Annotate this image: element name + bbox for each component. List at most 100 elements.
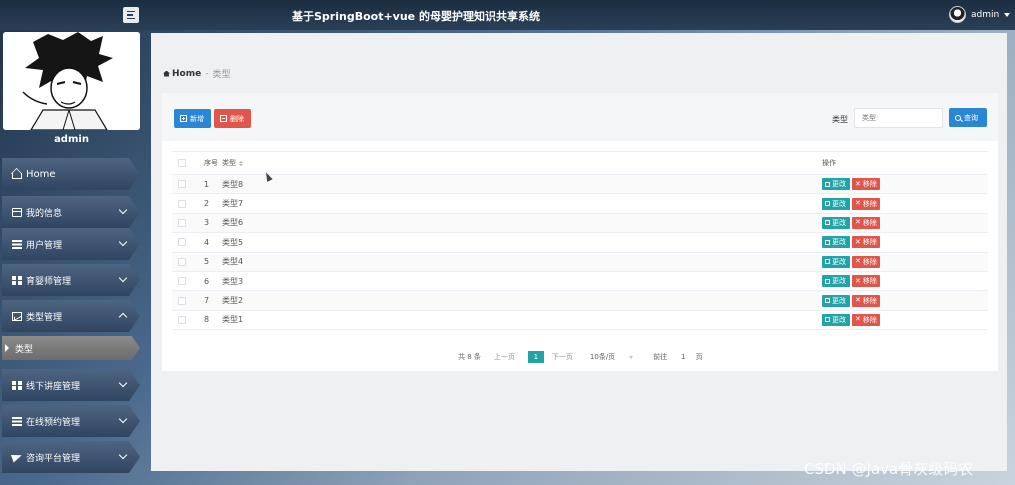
add-button-label: 新增: [190, 114, 204, 123]
remove-button[interactable]: ✕ 移除: [852, 236, 880, 249]
profile-name: admin: [54, 134, 89, 145]
row-checkbox[interactable]: [178, 315, 186, 324]
sidebar-item-appointment-management[interactable]: 在线预约管理: [2, 405, 140, 437]
remove-button-label: 移除: [862, 257, 877, 266]
chevron-down-icon: [118, 414, 128, 424]
sidebar-item-label: 我的信息: [26, 208, 63, 219]
row-type: 类型8: [222, 179, 244, 189]
sidebar-item-label: 在线预约管理: [26, 417, 81, 428]
breadcrumb-home-label: Home: [172, 68, 202, 79]
sidebar-item-label: 类型管理: [26, 312, 63, 323]
next-page-button[interactable]: 下一页: [552, 352, 573, 362]
grid-icon: [12, 275, 22, 285]
table-row: 5 类型4 更改 ✕ 移除: [172, 252, 988, 272]
sidebar-item-consult-management[interactable]: 咨询平台管理: [2, 441, 140, 473]
remove-button-label: 移除: [862, 315, 877, 324]
id-card-icon: [12, 207, 22, 217]
remove-button[interactable]: ✕ 移除: [852, 313, 880, 326]
remove-button-label: 移除: [862, 277, 877, 286]
edit-button[interactable]: 更改: [822, 313, 850, 326]
row-type: 类型7: [222, 199, 244, 209]
row-no: 6: [204, 276, 210, 286]
search-button[interactable]: 查询: [949, 108, 987, 127]
row-no: 1: [204, 179, 210, 189]
chevron-up-icon: [118, 312, 128, 322]
remove-button[interactable]: ✕ 移除: [852, 275, 880, 288]
prev-page-button[interactable]: 上一页: [494, 352, 515, 362]
row-checkbox[interactable]: [178, 257, 186, 266]
row-no: 7: [204, 296, 210, 306]
breadcrumb: Home - 类型: [163, 67, 230, 80]
remove-button[interactable]: ✕ 移除: [852, 294, 880, 307]
close-icon: ✕: [855, 199, 861, 208]
page-number-button[interactable]: 1: [527, 351, 544, 363]
edit-button-label: 更改: [832, 296, 846, 305]
type-search-input[interactable]: [854, 108, 943, 128]
breadcrumb-current: 类型: [212, 70, 231, 80]
sort-icon[interactable]: [239, 160, 243, 166]
edit-button[interactable]: 更改: [822, 236, 850, 249]
header-type-label: 类型: [222, 159, 236, 167]
remove-button[interactable]: ✕ 移除: [852, 178, 880, 191]
remove-button[interactable]: ✕ 移除: [852, 197, 880, 210]
sidebar-item-nanny-management[interactable]: 育婴师管理: [2, 264, 140, 296]
edit-button[interactable]: 更改: [822, 255, 850, 268]
close-icon: ✕: [855, 315, 861, 324]
goto-label: 前往: [653, 353, 668, 361]
sidebar-subitem-type[interactable]: 类型: [2, 336, 140, 360]
table-row: 2 类型7 更改 ✕ 移除: [172, 194, 988, 214]
user-name: admin: [971, 9, 1000, 20]
row-actions: 更改 ✕ 移除: [822, 313, 880, 326]
close-icon: ✕: [855, 276, 861, 285]
chevron-down-icon: [118, 205, 128, 215]
edit-icon: [825, 278, 830, 284]
sidebar-subitem-label: 类型: [15, 344, 34, 355]
sidebar-item-lecture-management[interactable]: 线下讲座管理: [2, 369, 140, 401]
user-menu[interactable]: admin: [949, 6, 1011, 23]
chevron-down-icon: [118, 237, 128, 247]
delete-button[interactable]: 删除: [214, 109, 251, 128]
close-icon: ✕: [855, 179, 861, 188]
sidebar-item-label: 育婴师管理: [26, 276, 72, 287]
edit-button[interactable]: 更改: [822, 197, 850, 210]
sidebar-item-type-management[interactable]: 类型管理: [2, 300, 140, 332]
row-checkbox[interactable]: [178, 199, 186, 208]
remove-button[interactable]: ✕ 移除: [852, 255, 880, 268]
remove-button-label: 移除: [862, 218, 877, 227]
table-row: 6 类型3 更改 ✕ 移除: [172, 272, 988, 292]
row-checkbox[interactable]: [178, 277, 186, 286]
row-checkbox[interactable]: [178, 238, 186, 247]
plus-icon: [180, 115, 187, 122]
top-bar: 基于SpringBoot+vue 的母婴护理知识共享系统 admin: [0, 0, 1015, 30]
add-button[interactable]: 新增: [174, 109, 211, 128]
sidebar-item-user-management[interactable]: 用户管理: [2, 228, 140, 260]
goto-page-input[interactable]: 1: [681, 353, 685, 361]
menu-toggle-icon[interactable]: [123, 7, 139, 23]
row-checkbox[interactable]: [178, 218, 186, 227]
chevron-down-icon: [118, 450, 128, 460]
remove-button[interactable]: ✕ 移除: [852, 216, 880, 229]
edit-button-label: 更改: [832, 180, 846, 189]
page-size-select[interactable]: 10条/页: [590, 352, 634, 362]
avatar: [949, 6, 966, 23]
watermark: CSDN @Java骨灰级码农: [804, 460, 974, 478]
select-all-checkbox[interactable]: [178, 159, 186, 167]
close-icon: ✕: [855, 296, 861, 305]
row-no: 8: [204, 315, 210, 325]
sidebar-item-label: 用户管理: [26, 240, 63, 251]
breadcrumb-home[interactable]: Home: [163, 69, 201, 79]
type-table: 序号 类型 操作 1 类型8 更改 ✕ 移除 2 类型7 更改 ✕ 移除 3 类型6 更改 ✕ 移除 4 类型5…: [172, 151, 988, 331]
edit-button[interactable]: 更改: [822, 178, 850, 191]
remove-button-label: 移除: [862, 180, 877, 189]
edit-button[interactable]: 更改: [822, 275, 850, 288]
grid-icon: [12, 380, 22, 390]
row-checkbox[interactable]: [178, 180, 186, 189]
edit-button[interactable]: 更改: [822, 216, 850, 229]
row-checkbox[interactable]: [178, 296, 186, 305]
edit-button[interactable]: 更改: [822, 294, 850, 307]
header-type[interactable]: 类型: [222, 158, 822, 168]
row-type: 类型2: [222, 296, 244, 306]
sidebar-item-my-info[interactable]: 我的信息: [2, 196, 140, 228]
page-unit-label: 页: [695, 353, 703, 361]
sidebar-item-home[interactable]: Home: [2, 158, 140, 190]
